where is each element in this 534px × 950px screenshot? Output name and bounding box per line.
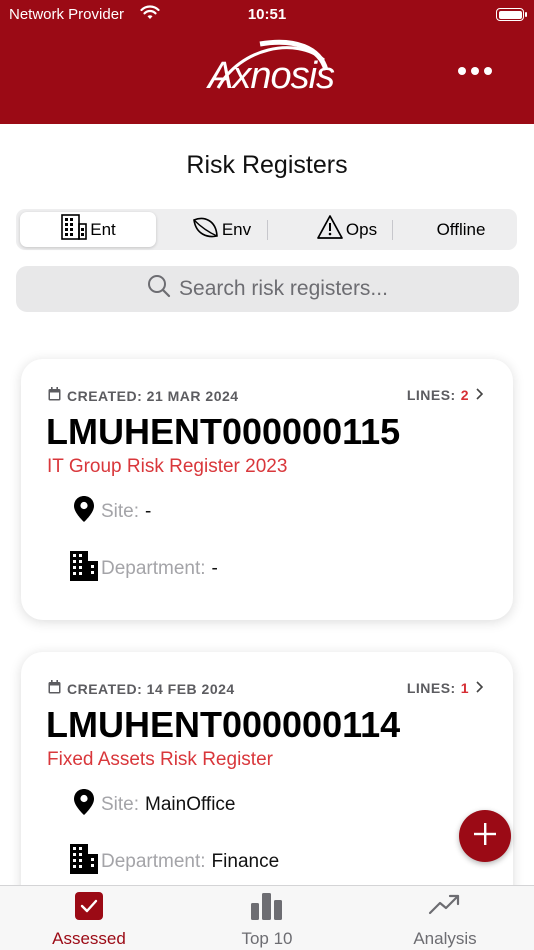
building-icon bbox=[68, 550, 101, 588]
search-input[interactable]: Search risk registers... bbox=[16, 266, 519, 312]
segment-ent-label: Ent bbox=[90, 219, 116, 239]
lines-link[interactable]: LINES: 2 bbox=[406, 387, 484, 403]
segment-divider bbox=[267, 220, 268, 240]
department-row: Department: - bbox=[68, 550, 218, 588]
register-name: Fixed Assets Risk Register bbox=[47, 749, 273, 770]
register-id: LMUHENT000000115 bbox=[46, 411, 401, 452]
lines-count: 1 bbox=[460, 680, 469, 696]
plus-icon bbox=[472, 821, 498, 852]
leaf-icon bbox=[190, 214, 222, 245]
segment-offline[interactable]: Offline bbox=[409, 212, 513, 247]
location-pin-icon bbox=[73, 788, 101, 822]
department-label: Department: bbox=[101, 851, 206, 872]
department-value: Finance bbox=[211, 851, 280, 872]
bottom-tab-bar: Assessed Top 10 Analysis bbox=[0, 885, 534, 950]
trending-up-icon bbox=[356, 891, 534, 921]
warning-icon bbox=[316, 214, 346, 245]
search-icon bbox=[147, 274, 179, 304]
department-value: - bbox=[211, 558, 218, 579]
register-type-segmented-control: Ent Env Ops Offline bbox=[16, 209, 517, 250]
calendar-icon bbox=[48, 387, 67, 404]
building-icon bbox=[68, 843, 101, 881]
tab-assessed[interactable]: Assessed bbox=[0, 886, 178, 950]
department-label: Department: bbox=[101, 558, 206, 579]
tab-analysis-label: Analysis bbox=[413, 929, 477, 948]
segment-divider bbox=[392, 220, 393, 240]
segment-env[interactable]: Env bbox=[158, 212, 283, 247]
lines-link[interactable]: LINES: 1 bbox=[406, 680, 484, 696]
segment-offline-label: Offline bbox=[436, 219, 486, 239]
location-pin-icon bbox=[73, 495, 101, 529]
clock: 10:51 bbox=[247, 6, 287, 23]
created-date: CREATED: 14 FEB 2024 bbox=[48, 680, 235, 697]
segment-ent[interactable]: Ent bbox=[20, 212, 156, 247]
logo-wordmark: Axnosis bbox=[208, 55, 335, 97]
add-register-button[interactable] bbox=[459, 810, 511, 862]
checkbox-icon bbox=[0, 891, 178, 921]
tab-top10[interactable]: Top 10 bbox=[178, 886, 356, 950]
register-id: LMUHENT000000114 bbox=[46, 704, 401, 745]
site-value: MainOffice bbox=[145, 794, 236, 815]
chevron-right-icon bbox=[475, 680, 484, 696]
page-title: Risk Registers bbox=[186, 151, 348, 179]
battery-icon bbox=[496, 8, 527, 21]
search-placeholder: Search risk registers... bbox=[179, 277, 388, 300]
segment-ops-label: Ops bbox=[345, 219, 378, 239]
created-date-text: CREATED: 21 MAR 2024 bbox=[67, 387, 239, 404]
axnosis-logo: Axnosis bbox=[200, 38, 340, 98]
lines-label: LINES: bbox=[406, 680, 456, 696]
site-row: Site: MainOffice bbox=[73, 788, 236, 822]
risk-register-card[interactable]: CREATED: 21 MAR 2024 LINES: 2 LMUHENT000… bbox=[21, 359, 513, 620]
site-value: - bbox=[145, 501, 152, 522]
tab-analysis[interactable]: Analysis bbox=[356, 886, 534, 950]
calendar-icon bbox=[48, 680, 67, 697]
status-bar: Network Provider 10:51 bbox=[0, 4, 534, 26]
app-header: Network Provider 10:51 Axnosis bbox=[0, 0, 534, 124]
tab-assessed-label: Assessed bbox=[52, 929, 126, 948]
bar-chart-icon bbox=[178, 891, 356, 921]
segment-env-label: Env bbox=[221, 219, 252, 239]
site-label: Site: bbox=[101, 501, 140, 522]
created-date: CREATED: 21 MAR 2024 bbox=[48, 387, 239, 404]
site-row: Site: - bbox=[73, 495, 151, 529]
register-name: IT Group Risk Register 2023 bbox=[47, 456, 288, 477]
lines-label: LINES: bbox=[406, 387, 456, 403]
tab-top10-label: Top 10 bbox=[241, 929, 293, 948]
created-date-text: CREATED: 14 FEB 2024 bbox=[67, 680, 235, 697]
chevron-right-icon bbox=[475, 387, 484, 403]
site-label: Site: bbox=[101, 794, 140, 815]
department-row: Department: Finance bbox=[68, 843, 279, 881]
segment-ops[interactable]: Ops bbox=[284, 212, 409, 247]
more-options-icon[interactable] bbox=[458, 67, 492, 75]
lines-count: 2 bbox=[460, 387, 469, 403]
building-icon bbox=[60, 213, 90, 246]
